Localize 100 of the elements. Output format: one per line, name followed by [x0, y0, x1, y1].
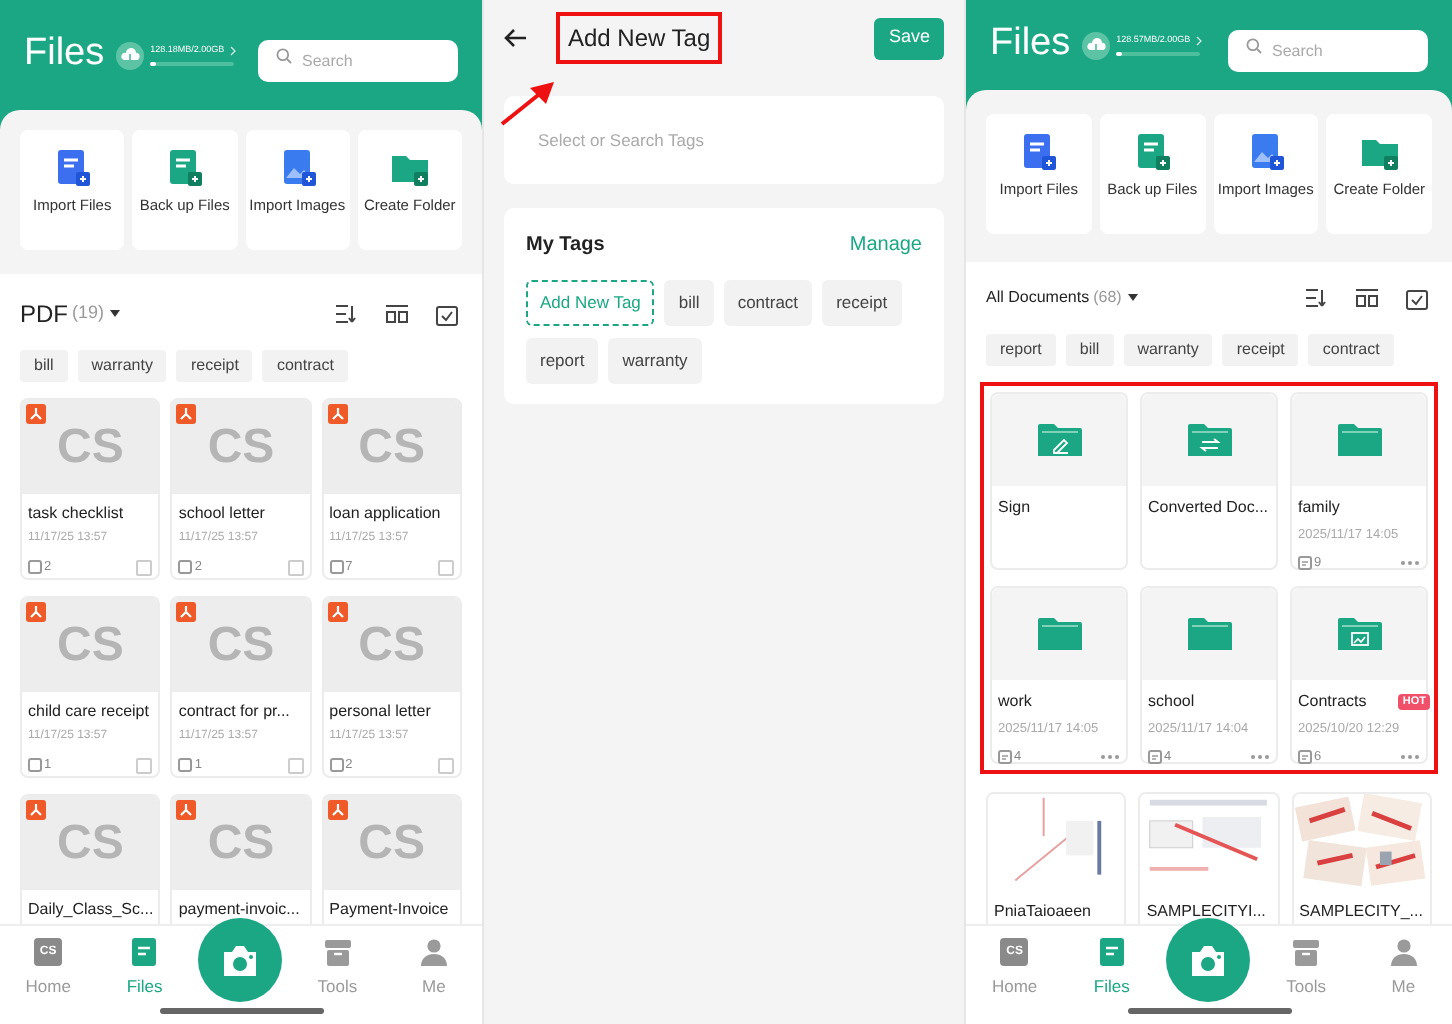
section-count: (19)	[72, 300, 105, 327]
chevron-right-icon[interactable]	[230, 45, 237, 55]
tag-chip[interactable]: receipt	[176, 350, 253, 382]
select-checkbox[interactable]	[287, 559, 304, 576]
pages-icon	[329, 560, 344, 575]
tag-chip[interactable]: report	[986, 334, 1056, 366]
more-icon[interactable]	[1250, 754, 1270, 761]
section-count: (68)	[1093, 286, 1122, 310]
tag-chip[interactable]: bill	[664, 280, 714, 326]
thumbnail-logo: CS	[56, 621, 124, 669]
section-title[interactable]: All Documents	[986, 286, 1090, 310]
tag-chip[interactable]: report	[526, 338, 599, 384]
folder-icon	[1187, 422, 1231, 458]
select-all-icon[interactable]	[1406, 287, 1428, 309]
select-all-icon[interactable]	[436, 303, 458, 325]
folder-icon	[1337, 422, 1381, 458]
folder-name: Sign	[998, 496, 1031, 520]
pdf-badge-icon	[176, 602, 197, 622]
select-checkbox[interactable]	[136, 559, 153, 576]
tag-chip[interactable]: bill	[20, 350, 68, 382]
document-count-icon	[1148, 750, 1162, 765]
page-title: Add New Tag	[556, 12, 723, 64]
pdf-badge-icon	[327, 404, 348, 424]
tag-chip[interactable]: warranty	[77, 350, 167, 382]
sort-icon[interactable]	[336, 304, 358, 324]
back-arrow-icon[interactable]	[504, 28, 528, 48]
folder-icon	[1337, 616, 1381, 652]
file-sync-icon	[1132, 132, 1173, 172]
document-title: personal letter	[329, 700, 433, 724]
pdf-badge-icon	[176, 404, 197, 424]
thumbnail-logo: CS	[207, 423, 275, 471]
pdf-badge-icon	[327, 800, 348, 820]
person-icon	[419, 938, 448, 966]
section-title[interactable]: PDF	[20, 296, 68, 332]
person-icon	[1389, 938, 1418, 966]
thumbnail-logo: CS	[358, 621, 425, 669]
pdf-badge-icon	[26, 404, 46, 424]
pages-icon	[28, 758, 42, 773]
tag-chip[interactable]: contract	[1308, 334, 1394, 366]
document-card[interactable]: SAMPLECITYI...	[1138, 792, 1280, 924]
thumbnail-logo: CS	[207, 621, 275, 669]
folder-card[interactable]: Converted Doc...	[1140, 392, 1278, 570]
tag-chip[interactable]: contract	[262, 350, 348, 382]
thumbnail-logo: CS	[56, 423, 124, 471]
more-icon[interactable]	[1100, 754, 1120, 761]
tag-chip[interactable]: receipt	[1222, 334, 1299, 366]
camera-icon	[220, 943, 261, 977]
document-title: Payment-Invoice	[329, 898, 451, 922]
folder-name: school	[1148, 690, 1195, 714]
document-card[interactable]: PniaTaioaeen	[986, 792, 1127, 924]
tag-chip[interactable]: contract	[723, 280, 813, 326]
pages-icon	[329, 758, 344, 773]
document-card[interactable]: CS payment-invoic...	[170, 794, 312, 924]
search-field[interactable]: Search	[258, 40, 458, 82]
folder-name: work	[998, 690, 1032, 714]
caret-icon[interactable]	[110, 310, 121, 318]
camera-button[interactable]	[198, 918, 283, 1002]
pages-icon	[28, 560, 42, 575]
pages-icon	[178, 758, 193, 773]
folder-card[interactable]: Sign	[990, 392, 1128, 570]
document-count-icon	[1298, 556, 1312, 571]
grid-view-icon[interactable]	[1356, 288, 1378, 308]
pages-icon	[178, 560, 193, 575]
document-card[interactable]: SAMPLECITY_...	[1291, 792, 1432, 924]
camera-button[interactable]	[1166, 918, 1251, 1002]
grid-view-icon[interactable]	[386, 304, 408, 324]
more-icon[interactable]	[1400, 560, 1420, 567]
sort-icon[interactable]	[1306, 288, 1328, 308]
document-icon	[1097, 938, 1126, 966]
thumbnail-logo: CS	[56, 819, 124, 867]
select-checkbox[interactable]	[287, 757, 304, 774]
thumbnail-logo: CS	[358, 819, 425, 867]
document-title: SAMPLECITY_...	[1297, 900, 1425, 924]
select-checkbox[interactable]	[438, 757, 454, 774]
document-title: SAMPLECITYI...	[1144, 900, 1268, 924]
search-field[interactable]: Search	[1228, 30, 1428, 72]
screen-title: Files	[24, 30, 105, 79]
chevron-right-icon[interactable]	[1196, 35, 1203, 45]
tag-chip[interactable]: bill	[1065, 334, 1114, 366]
tag-chip[interactable]: warranty	[608, 338, 702, 384]
tag-chip[interactable]: receipt	[822, 280, 902, 326]
document-count-icon	[1298, 750, 1312, 765]
select-checkbox[interactable]	[136, 757, 153, 774]
thumbnail-logo: CS	[358, 423, 425, 471]
tag-search-field[interactable]: Select or Search Tags	[504, 96, 944, 184]
folder-name: family	[1298, 496, 1340, 520]
pdf-badge-icon	[26, 602, 46, 622]
document-card[interactable]: CS Daily_Class_Sc...	[20, 794, 161, 924]
toolbox-icon	[323, 938, 352, 966]
camera-icon	[1188, 943, 1229, 977]
document-title: child care receipt	[28, 700, 151, 724]
document-title: payment-invoic...	[178, 898, 302, 922]
screen-title: Files	[990, 20, 1071, 69]
select-checkbox[interactable]	[438, 559, 454, 576]
tag-chip[interactable]: warranty	[1123, 334, 1213, 366]
document-title: contract for pr...	[178, 700, 292, 724]
more-icon[interactable]	[1400, 754, 1420, 761]
caret-icon[interactable]	[1127, 294, 1138, 302]
document-card[interactable]: CS Payment-Invoice	[321, 794, 462, 924]
file-import-icon	[52, 148, 93, 188]
